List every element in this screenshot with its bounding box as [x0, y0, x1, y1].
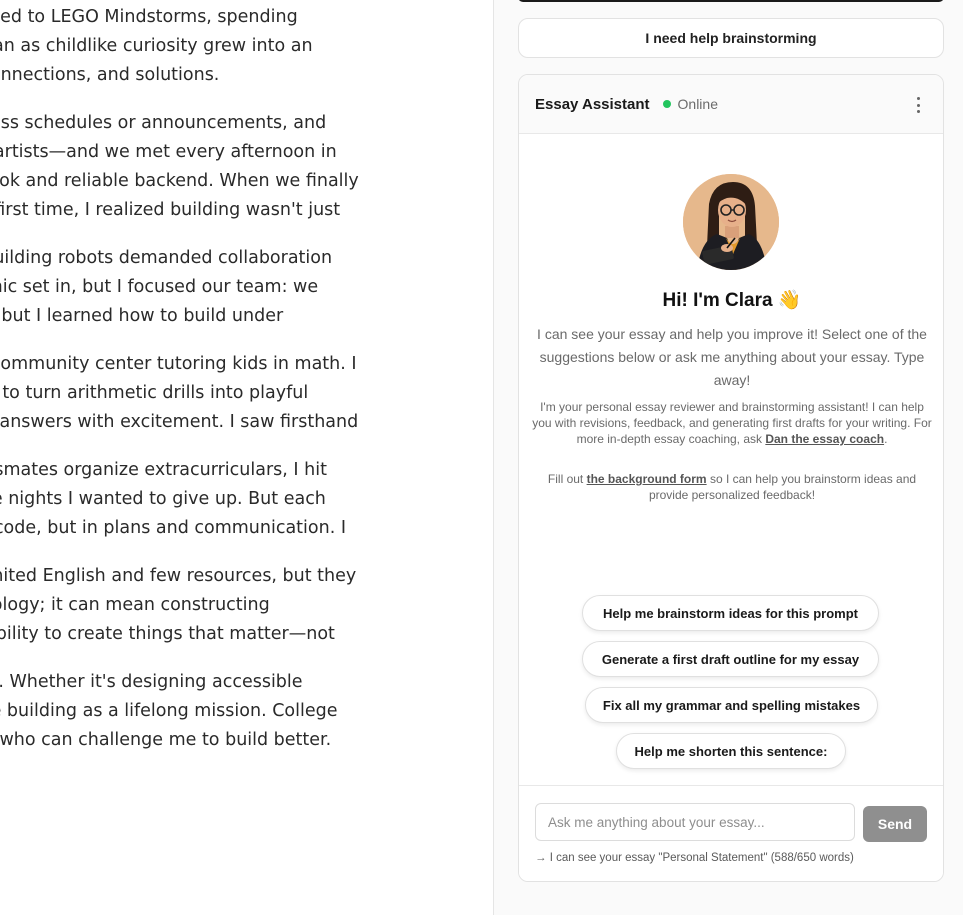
essay-line: cal community center tutoring kids in ma…	[0, 354, 357, 374]
suggestion-grammar[interactable]: Fix all my grammar and spelling mistakes	[585, 687, 878, 723]
essay-line: rials to turn arithmetic drills into pla…	[0, 383, 309, 403]
essay-line: pact. Whether it's designing accessible	[0, 672, 303, 692]
essay-body[interactable]: graded to LEGO Mindstorms, spending bega…	[0, 3, 480, 774]
assistant-sidebar: I need help brainstorming Essay Assistan…	[494, 0, 963, 915]
essay-coach-link[interactable]: Dan the essay coach	[765, 432, 884, 446]
suggestion-shorten[interactable]: Help me shorten this sentence:	[616, 733, 846, 769]
chat-title: Essay Assistant	[535, 95, 650, 113]
essay-line: n limited English and few resources, but…	[0, 566, 357, 586]
primary-action-button-partial[interactable]	[518, 0, 944, 2]
description-end: .	[884, 432, 888, 446]
essay-context-info: → I can see your essay "Personal Stateme…	[535, 852, 854, 864]
essay-paragraph: n limited English and few resources, but…	[0, 562, 480, 649]
assistant-avatar	[683, 174, 779, 270]
essay-line: d, building robots demanded collaboratio…	[0, 248, 333, 268]
essay-paragraph: pact. Whether it's designing accessible …	[0, 668, 480, 755]
brainstorm-help-button[interactable]: I need help brainstorming	[518, 18, 944, 58]
essay-line: access schedules or announcements, and	[0, 113, 327, 133]
background-form-link[interactable]: the background form	[587, 472, 707, 486]
essay-line: began as childlike curiosity grew into a…	[0, 36, 313, 56]
essay-line: ting answers with excitement. I saw firs…	[0, 412, 359, 432]
essay-line: ere artists—and we met every afternoon i…	[0, 142, 337, 162]
online-status-dot	[662, 100, 671, 108]
essay-line: win, but I learned how to build under	[0, 306, 284, 326]
chat-input-area: Send → I can see your essay "Personal St…	[519, 785, 943, 881]
essay-paragraph: access schedules or announcements, and e…	[0, 109, 480, 225]
chat-message-input[interactable]	[535, 803, 855, 841]
send-button[interactable]: Send	[863, 806, 927, 842]
suggestion-outline[interactable]: Generate a first draft outline for my es…	[582, 641, 879, 677]
essay-line: s, connections, and solutions.	[0, 65, 220, 85]
more-options-icon[interactable]	[915, 97, 921, 113]
essay-line: t in code, but in plans and communicatio…	[0, 518, 346, 538]
essay-line: classmates organize extracurriculars, I …	[0, 460, 327, 480]
clara-portrait-icon	[683, 174, 779, 270]
essay-editor[interactable]: graded to LEGO Mindstorms, spending bega…	[0, 0, 493, 915]
essay-paragraph: graded to LEGO Mindstorms, spending bega…	[0, 3, 480, 90]
suggestion-brainstorm[interactable]: Help me brainstorm ideas for this prompt	[582, 595, 879, 631]
assistant-intro: I can see your essay and help you improv…	[537, 326, 927, 388]
essay-line: rn look and reliable backend. When we fi…	[0, 171, 359, 191]
essay-line: . Panic set in, but I focused our team: …	[0, 277, 319, 297]
essay-line: tors who can challenge me to build bette…	[0, 730, 332, 750]
essay-line: chnology; it can mean constructing	[0, 595, 270, 615]
essay-line: I see building as a lifelong mission. Co…	[0, 701, 338, 721]
essay-paragraph: d, building robots demanded collaboratio…	[0, 244, 480, 331]
essay-line: were nights I wanted to give up. But eac…	[0, 489, 326, 509]
chat-header: Essay Assistant Online	[519, 75, 943, 134]
assistant-greeting: Hi! I'm Clara 👋	[662, 290, 802, 311]
assistant-description: I'm your personal essay reviewer and bra…	[531, 399, 933, 447]
essay-line: onsibility to create things that matter—…	[0, 624, 335, 644]
chat-panel: Essay Assistant Online Hi! I'm Clara 👋 I…	[518, 74, 944, 882]
essay-line: the first time, I realized building wasn…	[0, 200, 341, 220]
essay-paragraph: cal community center tutoring kids in ma…	[0, 350, 480, 437]
background-form-note: Fill out the background form so I can he…	[531, 471, 933, 503]
essay-paragraph: classmates organize extracurriculars, I …	[0, 456, 480, 543]
essay-line: graded to LEGO Mindstorms, spending	[0, 7, 298, 27]
online-status-label: Online	[677, 96, 718, 112]
note-start: Fill out	[547, 472, 587, 486]
